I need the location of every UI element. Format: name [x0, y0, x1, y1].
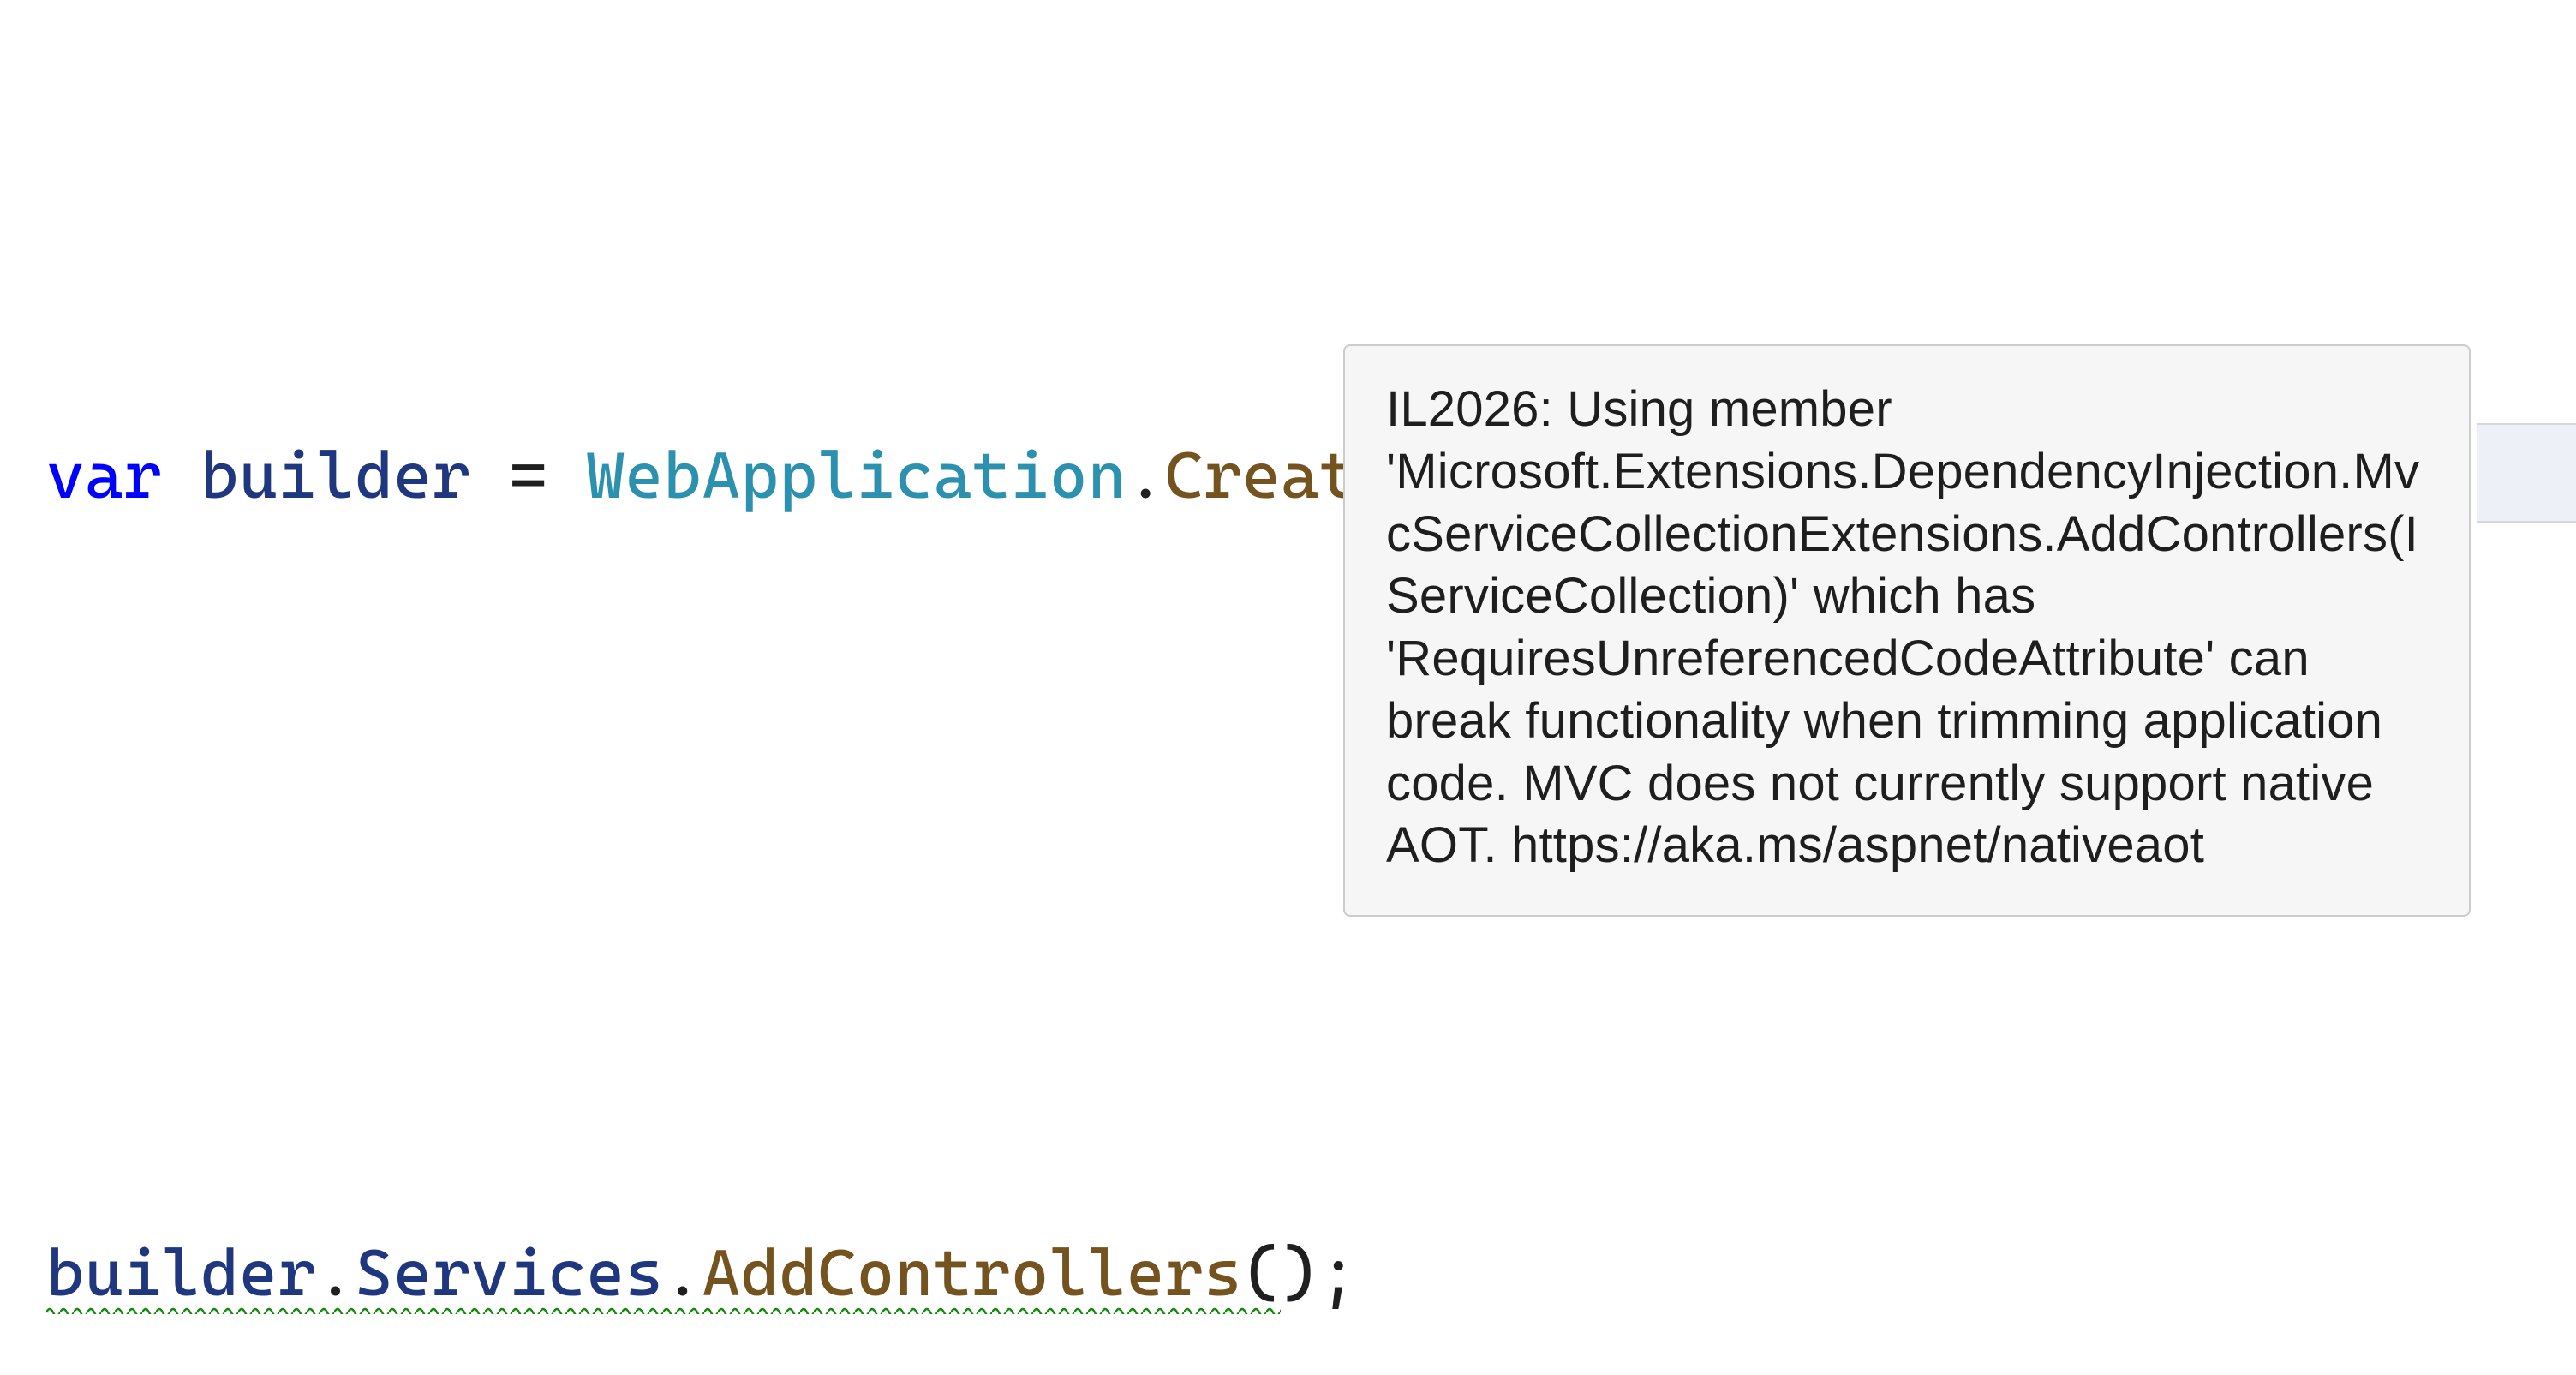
- space: [470, 437, 509, 513]
- operator-equals: =: [509, 437, 547, 513]
- paren-open: (: [1242, 1235, 1281, 1311]
- warning-tooltip: IL2026: Using member 'Microsoft.Extensio…: [1343, 344, 2471, 917]
- code-line-2[interactable]: builder.Services.AddControllers();: [46, 1229, 2576, 1317]
- space: [162, 437, 200, 513]
- warning-squiggly[interactable]: builder.Services.AddControllers(: [46, 1235, 1281, 1314]
- type-webapplication: WebApplication: [586, 437, 1126, 513]
- identifier-builder: builder: [200, 437, 470, 513]
- member-addcontrollers: AddControllers: [702, 1235, 1242, 1311]
- identifier-services: Services: [355, 1235, 663, 1311]
- space: [547, 437, 586, 513]
- keyword-var: var: [46, 437, 162, 513]
- paren-close-semicolon: );: [1281, 1235, 1358, 1311]
- tooltip-text: IL2026: Using member 'Microsoft.Extensio…: [1386, 381, 2419, 873]
- dot: .: [316, 1235, 355, 1311]
- identifier-builder: builder: [46, 1235, 316, 1311]
- dot: .: [1127, 437, 1165, 513]
- dot: .: [664, 1235, 702, 1311]
